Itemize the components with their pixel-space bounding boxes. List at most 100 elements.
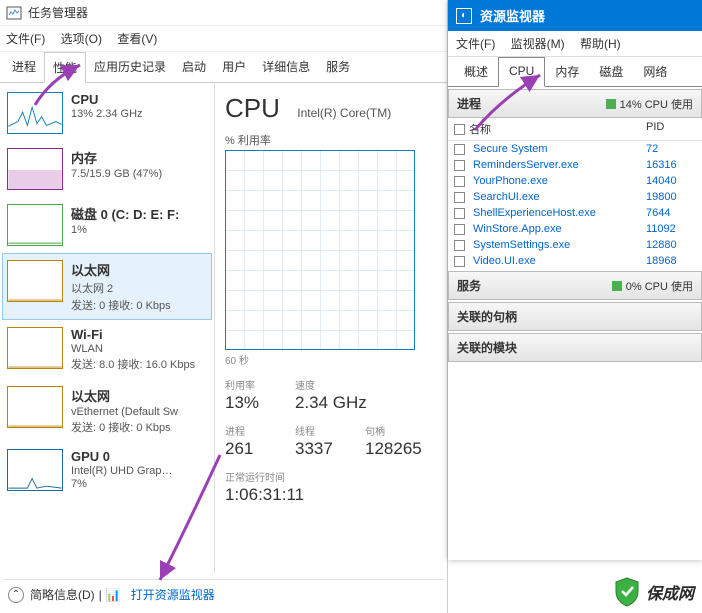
section-modules[interactable]: 关联的模块 <box>448 333 702 362</box>
sidebar-item-gpu-6[interactable]: GPU 0 Intel(R) UHD Grap… 7% <box>2 442 212 498</box>
task-manager-window: 任务管理器 文件(F) 选项(O) 查看(V) 进程性能应用历史记录启动用户详细… <box>0 0 448 613</box>
proc-pid: 18968 <box>646 255 696 267</box>
tm-menu-options[interactable]: 选项(O) <box>61 32 102 46</box>
table-header: 名称 PID <box>448 118 702 141</box>
row-checkbox[interactable] <box>454 176 465 187</box>
tm-app-icon <box>6 5 22 21</box>
sidebar-item-net-3[interactable]: 以太网 以太网 2 发送: 0 接收: 0 Kbps <box>2 253 212 320</box>
sidebar-item-disk-2[interactable]: 磁盘 0 (C: D: E: F: 1% <box>2 197 212 253</box>
proc-pid: 19800 <box>646 191 696 203</box>
table-row[interactable]: SearchUI.exe 19800 <box>448 189 702 205</box>
proc-name: SearchUI.exe <box>473 191 540 203</box>
row-checkbox[interactable] <box>454 256 465 267</box>
proc-pid: 12880 <box>646 239 696 251</box>
proc-name: Secure System <box>473 143 548 155</box>
tm-tab-6[interactable]: 服务 <box>318 52 358 82</box>
tm-tab-4[interactable]: 用户 <box>214 52 254 82</box>
stat-proc-value: 261 <box>225 439 275 459</box>
open-resource-monitor-link[interactable]: 打开资源监视器 <box>131 586 215 603</box>
sb-title: 内存 <box>71 148 207 167</box>
tm-footer: ⌃ 简略信息(D) | 📊 打开资源监视器 <box>4 579 443 609</box>
section-services[interactable]: 服务 0% CPU 使用 <box>448 271 702 300</box>
util-label: % 利用率 <box>225 132 437 148</box>
tm-menu-view[interactable]: 查看(V) <box>117 32 157 46</box>
tm-tab-1[interactable]: 性能 <box>44 52 86 83</box>
tm-tab-0[interactable]: 进程 <box>4 52 44 82</box>
axis-label: 60 秒 <box>225 352 437 367</box>
table-row[interactable]: Video.UI.exe18968 <box>448 253 702 269</box>
tm-titlebar: 任务管理器 <box>0 0 447 26</box>
stat-handle-label: 句柄 <box>365 423 422 438</box>
sb-sub2: 发送: 0 接收: 0 Kbps <box>71 297 207 313</box>
tm-main-panel: CPU Intel(R) Core(TM) % 利用率 60 秒 利用率13% … <box>215 83 447 573</box>
stat-util-label: 利用率 <box>225 377 275 392</box>
rm-tab-4[interactable]: 网络 <box>633 57 677 86</box>
watermark-text: 保成网 <box>646 580 694 604</box>
col-pid[interactable]: PID <box>646 121 696 137</box>
table-row[interactable]: RemindersServer.exe16316 <box>448 157 702 173</box>
section-processes[interactable]: 进程 14% CPU 使用 <box>448 89 702 118</box>
sb-sub2: 发送: 0 接收: 0 Kbps <box>71 419 207 435</box>
chevron-up-icon[interactable]: ⌃ <box>8 587 24 603</box>
sb-sub2: 发送: 8.0 接收: 16.0 Kbps <box>71 356 207 372</box>
rm-app-icon: ◐ <box>456 8 472 24</box>
stat-thread-label: 线程 <box>295 423 345 438</box>
rm-tab-1[interactable]: CPU <box>498 57 545 87</box>
sb-sub2: 7% <box>71 478 207 490</box>
section-handles[interactable]: 关联的句柄 <box>448 302 702 331</box>
table-row[interactable]: ShellExperienceHost.exe7644 <box>448 205 702 221</box>
services-usage-badge: 0% CPU 使用 <box>612 278 693 294</box>
rm-menu-monitor[interactable]: 监视器(M) <box>511 37 565 51</box>
stat-uptime-label: 正常运行时间 <box>225 469 345 484</box>
row-checkbox[interactable] <box>454 160 465 171</box>
sb-title: GPU 0 <box>71 449 207 464</box>
shield-icon <box>614 577 640 607</box>
thumb-icon <box>7 327 63 369</box>
header-checkbox[interactable] <box>454 124 465 135</box>
sb-sub: WLAN <box>71 343 207 355</box>
row-checkbox[interactable] <box>454 192 465 203</box>
table-row[interactable]: WinStore.App.exe11092 <box>448 221 702 237</box>
row-checkbox[interactable] <box>454 224 465 235</box>
section-handles-title: 关联的句柄 <box>457 308 517 325</box>
section-modules-title: 关联的模块 <box>457 339 517 356</box>
table-row[interactable]: YourPhone.exe14040 <box>448 173 702 189</box>
stat-handle-value: 128265 <box>365 439 422 459</box>
sb-title: CPU <box>71 92 207 107</box>
tm-tab-3[interactable]: 启动 <box>174 52 214 82</box>
sb-title: 以太网 <box>71 386 207 405</box>
proc-pid: 11092 <box>646 223 696 235</box>
tm-menu-file[interactable]: 文件(F) <box>6 32 45 46</box>
rm-menubar: 文件(F) 监视器(M) 帮助(H) <box>448 31 702 57</box>
sidebar-item-cpu-0[interactable]: CPU 13% 2.34 GHz <box>2 85 212 141</box>
proc-pid: 14040 <box>646 175 696 187</box>
row-checkbox[interactable] <box>454 240 465 251</box>
sidebar-item-net-4[interactable]: Wi-Fi WLAN 发送: 8.0 接收: 16.0 Kbps <box>2 320 212 379</box>
rm-menu-help[interactable]: 帮助(H) <box>580 37 621 51</box>
tm-sidebar[interactable]: CPU 13% 2.34 GHz 内存 7.5/15.9 GB (47%) 磁盘… <box>0 83 215 573</box>
tm-tab-5[interactable]: 详细信息 <box>254 52 318 82</box>
col-name[interactable]: 名称 <box>469 121 491 137</box>
sb-title: 以太网 <box>71 260 207 279</box>
row-checkbox[interactable] <box>454 208 465 219</box>
table-row[interactable]: SystemSettings.exe12880 <box>448 237 702 253</box>
tm-tab-2[interactable]: 应用历史记录 <box>86 52 174 82</box>
rm-tab-2[interactable]: 内存 <box>545 57 589 86</box>
row-checkbox[interactable] <box>454 144 465 155</box>
stat-thread-value: 3337 <box>295 439 345 459</box>
rm-menu-file[interactable]: 文件(F) <box>456 37 495 51</box>
thumb-icon <box>7 148 63 190</box>
rm-tab-0[interactable]: 概述 <box>454 57 498 86</box>
sb-sub: Intel(R) UHD Grap… <box>71 465 207 477</box>
sb-title: Wi-Fi <box>71 327 207 342</box>
table-row[interactable]: Secure System 72 <box>448 141 702 157</box>
proc-pid: 72 <box>646 143 696 155</box>
thumb-icon <box>7 204 63 246</box>
rm-tab-3[interactable]: 磁盘 <box>589 57 633 86</box>
sidebar-item-net-5[interactable]: 以太网 vEthernet (Default Sw 发送: 0 接收: 0 Kb… <box>2 379 212 442</box>
cpu-graph <box>225 150 415 350</box>
sidebar-item-mem-1[interactable]: 内存 7.5/15.9 GB (47%) <box>2 141 212 197</box>
proc-name: RemindersServer.exe <box>473 159 579 171</box>
stat-proc-label: 进程 <box>225 423 275 438</box>
footer-brief[interactable]: 简略信息(D) <box>30 586 95 603</box>
